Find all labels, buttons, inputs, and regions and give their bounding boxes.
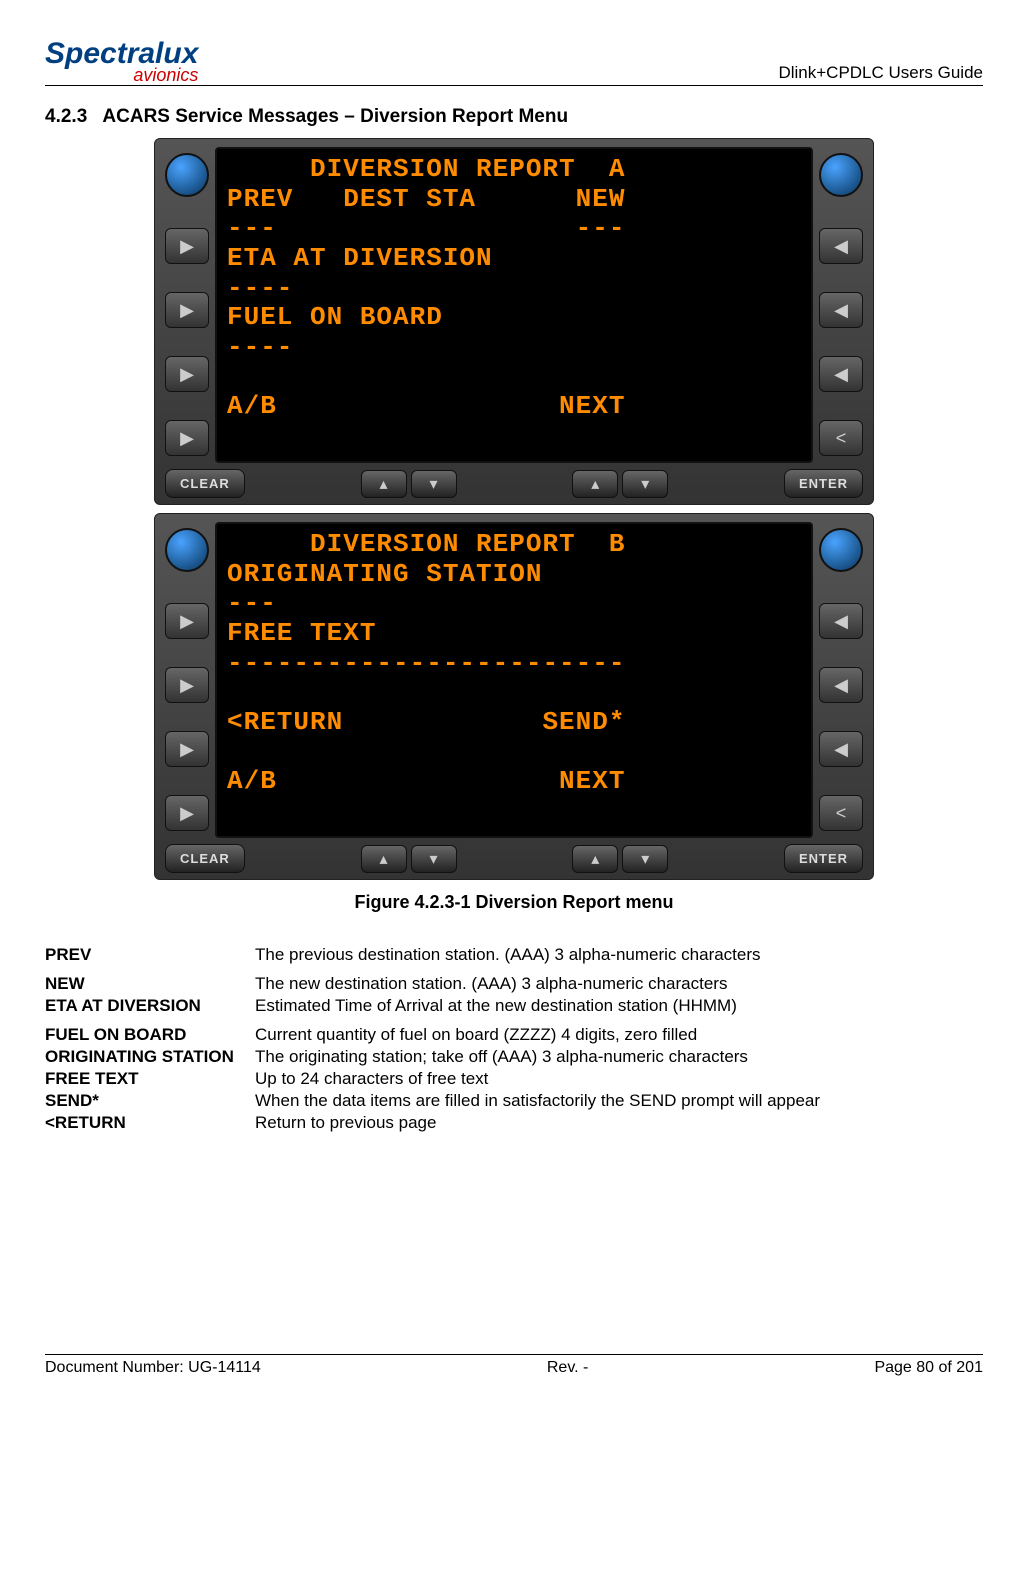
enter-button[interactable]: ENTER [784, 469, 863, 498]
field-desc: Up to 24 characters of free text [255, 1068, 983, 1090]
revision: Rev. - [547, 1359, 588, 1377]
lsk-r2[interactable]: ◀ [819, 292, 863, 328]
page-header: Spectralux avionics Dlink+CPDLC Users Gu… [45, 40, 983, 86]
left-side-buttons: ▶ ▶ ▶ ▶ [165, 147, 209, 463]
screen-line: A/B NEXT [227, 766, 625, 796]
display-screen-b: DIVERSION REPORT B ORIGINATING STATION -… [215, 522, 813, 838]
field-desc: The new destination station. (AAA) 3 alp… [255, 966, 983, 995]
field-term: ETA AT DIVERSION [45, 995, 255, 1017]
right-side-buttons: ◀ ◀ ◀ < [819, 147, 863, 463]
field-term: SEND* [45, 1090, 255, 1112]
lsk-l3[interactable]: ▶ [165, 731, 209, 767]
screen-line: ETA AT DIVERSION [227, 243, 493, 273]
clear-button[interactable]: CLEAR [165, 844, 245, 873]
field-desc: Current quantity of fuel on board (ZZZZ)… [255, 1017, 983, 1046]
guide-title: Dlink+CPDLC Users Guide [778, 63, 983, 83]
device-panel-b: ▶ ▶ ▶ ▶ DIVERSION REPORT B ORIGINATING S… [154, 513, 874, 880]
field-term: FUEL ON BOARD [45, 1017, 255, 1046]
lsk-r3[interactable]: ◀ [819, 731, 863, 767]
screen-line: DIVERSION REPORT A [227, 154, 625, 184]
nav-up-right-icon[interactable]: ▴ [572, 845, 618, 873]
lsk-r4[interactable]: < [819, 420, 863, 456]
field-term: ORIGINATING STATION [45, 1046, 255, 1068]
field-desc: Estimated Time of Arrival at the new des… [255, 995, 983, 1017]
knob-left-icon[interactable] [165, 153, 209, 197]
nav-up-right-icon[interactable]: ▴ [572, 470, 618, 498]
page-footer: Document Number: UG-14114 Rev. - Page 80… [45, 1354, 983, 1377]
screen-line: <RETURN SEND* [227, 707, 625, 737]
doc-number: Document Number: UG-14114 [45, 1359, 261, 1377]
nav-down-left-icon[interactable]: ▾ [411, 470, 457, 498]
field-term: PREV [45, 937, 255, 966]
lsk-l4[interactable]: ▶ [165, 795, 209, 831]
section-heading: 4.2.3 ACARS Service Messages – Diversion… [45, 106, 983, 128]
lsk-l2[interactable]: ▶ [165, 292, 209, 328]
lsk-l1[interactable]: ▶ [165, 228, 209, 264]
field-desc: When the data items are filled in satisf… [255, 1090, 983, 1112]
lsk-l4[interactable]: ▶ [165, 420, 209, 456]
knob-right-icon[interactable] [819, 153, 863, 197]
lsk-r3[interactable]: ◀ [819, 356, 863, 392]
screen-line: ------------------------ [227, 648, 625, 678]
screen-line: ---- [227, 273, 293, 303]
lsk-r4[interactable]: < [819, 795, 863, 831]
knob-right-icon[interactable] [819, 528, 863, 572]
lsk-r1[interactable]: ◀ [819, 228, 863, 264]
screen-line: ORIGINATING STATION [227, 559, 542, 589]
section-number: 4.2.3 [45, 106, 87, 127]
nav-down-left-icon[interactable]: ▾ [411, 845, 457, 873]
nav-up-left-icon[interactable]: ▴ [361, 470, 407, 498]
display-screen-a: DIVERSION REPORT A PREV DEST STA NEW ---… [215, 147, 813, 463]
screen-line: PREV DEST STA NEW [227, 184, 625, 214]
screen-line: A/B NEXT [227, 391, 625, 421]
field-term: FREE TEXT [45, 1068, 255, 1090]
lsk-l2[interactable]: ▶ [165, 667, 209, 703]
field-term: <RETURN [45, 1112, 255, 1134]
section-title: ACARS Service Messages – Diversion Repor… [102, 106, 568, 127]
screen-line: FREE TEXT [227, 618, 376, 648]
knob-left-icon[interactable] [165, 528, 209, 572]
nav-down-right-icon[interactable]: ▾ [622, 845, 668, 873]
left-side-buttons: ▶ ▶ ▶ ▶ [165, 522, 209, 838]
nav-up-left-icon[interactable]: ▴ [361, 845, 407, 873]
screen-line: FUEL ON BOARD [227, 302, 443, 332]
lsk-l3[interactable]: ▶ [165, 356, 209, 392]
field-desc: Return to previous page [255, 1112, 983, 1134]
screen-line: DIVERSION REPORT B [227, 529, 625, 559]
right-side-buttons: ◀ ◀ ◀ < [819, 522, 863, 838]
logo: Spectralux avionics [45, 40, 198, 83]
page-number: Page 80 of 201 [874, 1359, 983, 1377]
screen-line: --- [227, 588, 277, 618]
nav-down-right-icon[interactable]: ▾ [622, 470, 668, 498]
field-desc: The originating station; take off (AAA) … [255, 1046, 983, 1068]
lsk-r1[interactable]: ◀ [819, 603, 863, 639]
field-desc: The previous destination station. (AAA) … [255, 937, 983, 966]
clear-button[interactable]: CLEAR [165, 469, 245, 498]
lsk-r2[interactable]: ◀ [819, 667, 863, 703]
screen-line: --- --- [227, 213, 625, 243]
figure-caption: Figure 4.2.3-1 Diversion Report menu [45, 892, 983, 913]
enter-button[interactable]: ENTER [784, 844, 863, 873]
field-definitions: PREVThe previous destination station. (A… [45, 937, 983, 1134]
screen-line: ---- [227, 332, 293, 362]
field-term: NEW [45, 966, 255, 995]
lsk-l1[interactable]: ▶ [165, 603, 209, 639]
device-panel-a: ▶ ▶ ▶ ▶ DIVERSION REPORT A PREV DEST STA… [154, 138, 874, 505]
